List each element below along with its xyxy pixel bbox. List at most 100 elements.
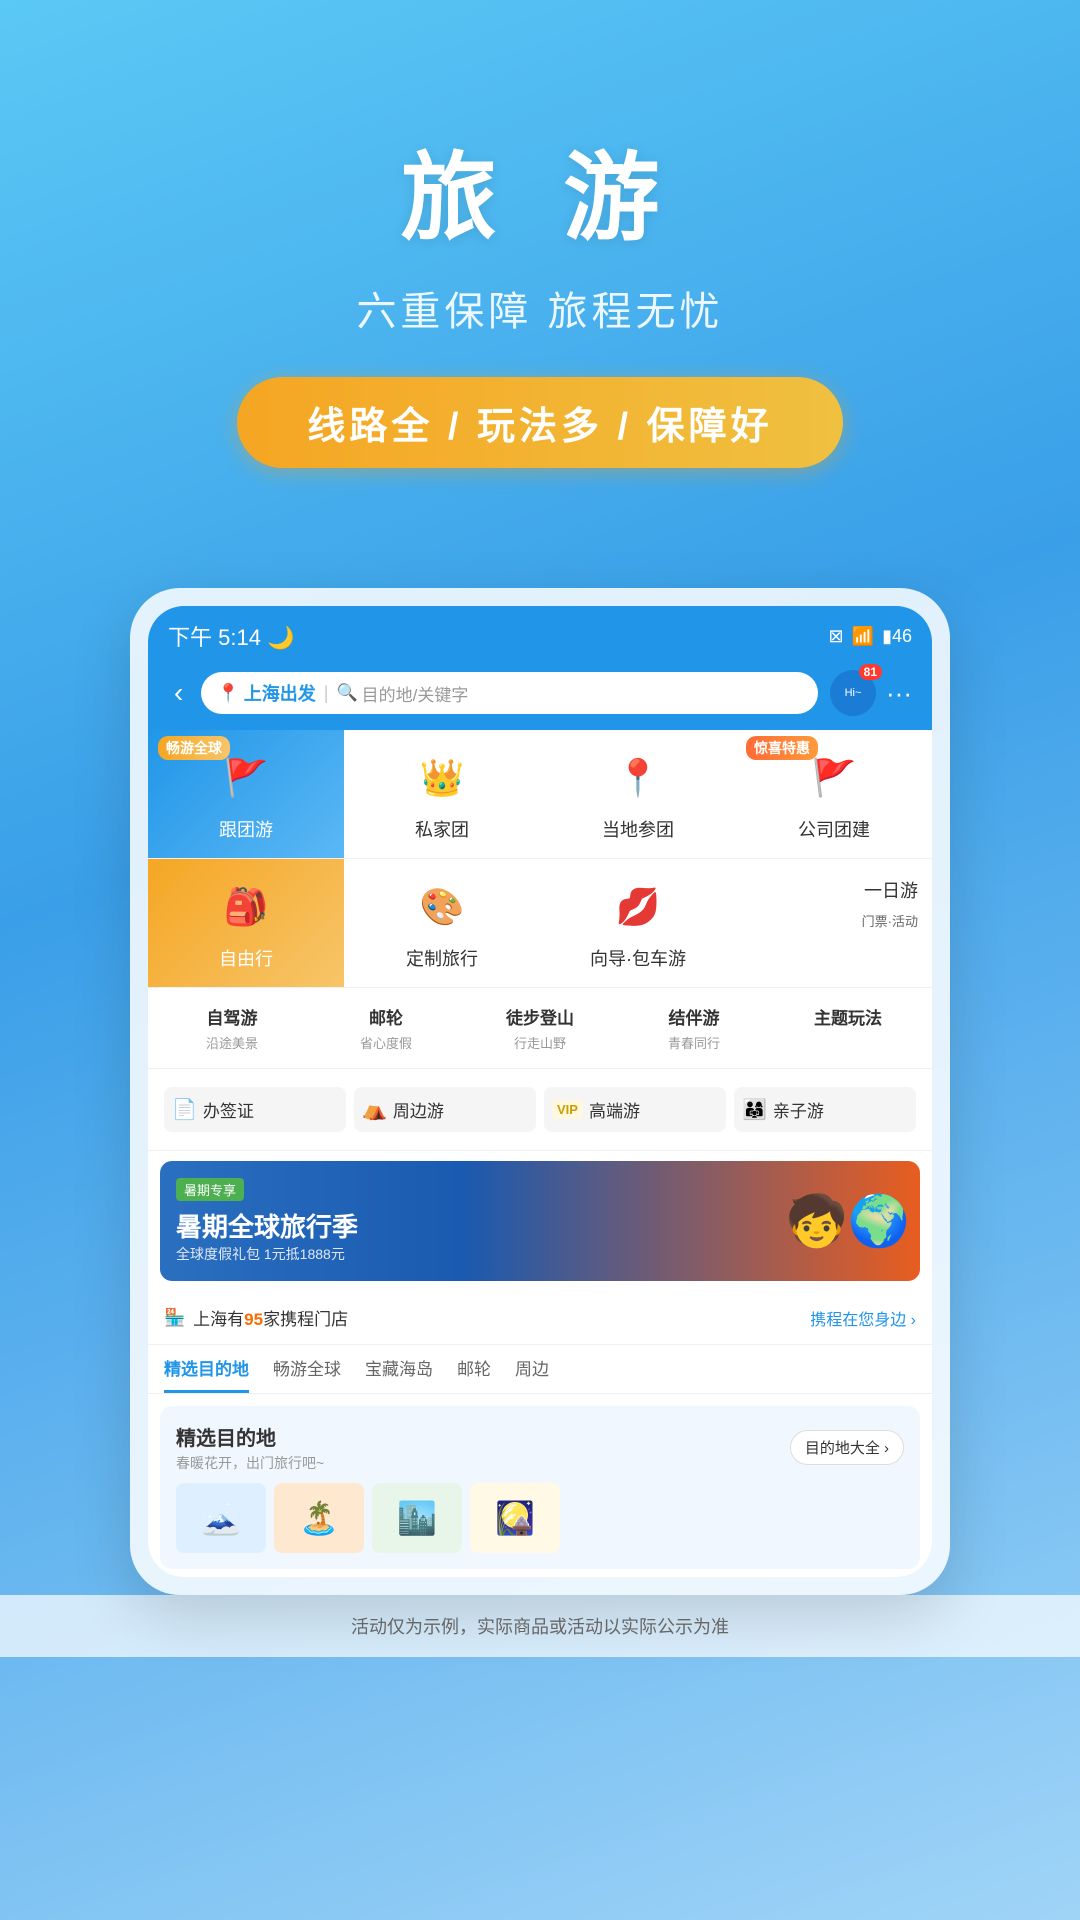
- dest-thumbnails: 🗻 🏝️ 🏙️ 🎑: [176, 1483, 904, 1553]
- store-left: 🏪 上海有95家携程门店: [164, 1305, 348, 1330]
- free-tour-icon: 🎒: [216, 877, 276, 937]
- status-icons: ⊠ 📶 ▮46: [829, 626, 912, 647]
- hiking-sub: 行走山野: [514, 1033, 566, 1052]
- family-icon: 👨‍👩‍👧: [742, 1097, 767, 1122]
- menu-item-free-tour[interactable]: 🎒 自由行: [148, 859, 344, 987]
- menu-item-guide-tour[interactable]: 💋 向导·包车游: [540, 859, 736, 987]
- banner-tag: 暑期专享: [176, 1178, 244, 1201]
- theme-main: 主题玩法: [814, 1004, 882, 1029]
- companion-main: 结伴游: [669, 1004, 720, 1029]
- custom-tour-label: 定制旅行: [406, 945, 478, 971]
- store-icon: 🏪: [164, 1308, 185, 1328]
- hi-label: Hi~: [845, 688, 862, 699]
- hiking-main: 徒步登山: [506, 1004, 574, 1029]
- menu-row-3: 自驾游 沿途美景 邮轮 省心度假 徒步登山 行走山野 结伴游 青春同行 主题玩法: [148, 988, 932, 1069]
- store-link[interactable]: 携程在您身边 ›: [810, 1306, 916, 1330]
- day-tour-sublabel: 门票·活动: [862, 911, 918, 930]
- dest-thumb-3[interactable]: 🏙️: [372, 1483, 462, 1553]
- hero-subtitle: 六重保障 旅程无忧: [0, 279, 1080, 337]
- dest-search[interactable]: 🔍 目的地/关键字: [336, 681, 802, 706]
- hero-badge: 线路全 / 玩法多 / 保障好: [237, 377, 842, 468]
- tag-family[interactable]: 👨‍👩‍👧 亲子游: [734, 1087, 916, 1132]
- status-time: 下午 5:14 🌙: [168, 620, 294, 652]
- more-button[interactable]: ···: [886, 678, 912, 709]
- phone-screen: 下午 5:14 🌙 ⊠ 📶 ▮46 ‹ 📍 上海出发 |: [148, 606, 932, 1577]
- phone-frame: 下午 5:14 🌙 ⊠ 📶 ▮46 ‹ 📍 上海出发 |: [130, 588, 950, 1595]
- menu-item-companion[interactable]: 结伴游 青春同行: [620, 1004, 768, 1052]
- location-icon: 📍: [217, 683, 239, 704]
- menu-item-hiking[interactable]: 徒步登山 行走山野: [466, 1004, 614, 1052]
- group-tour-label: 跟团游: [219, 816, 273, 842]
- moon-icon: 🌙: [267, 625, 294, 650]
- menu-item-group-tour[interactable]: 畅游全球 🚩 跟团游: [148, 730, 344, 858]
- menu-item-custom-tour[interactable]: 🎨 定制旅行: [344, 859, 540, 987]
- menu-item-private-tour[interactable]: 👑 私家团: [344, 730, 540, 858]
- local-tour-label: 当地参团: [602, 816, 674, 842]
- tab-selected[interactable]: 精选目的地: [164, 1355, 249, 1393]
- search-bar[interactable]: 📍 上海出发 | 🔍 目的地/关键字: [201, 672, 818, 714]
- self-drive-sub: 沿途美景: [206, 1033, 258, 1052]
- nav-actions: Hi~ 81 ···: [830, 670, 912, 716]
- back-button[interactable]: ‹: [168, 671, 189, 715]
- visa-label: 办签证: [203, 1097, 254, 1122]
- private-tour-icon: 👑: [412, 748, 472, 808]
- screenshot-icon: ⊠: [829, 626, 844, 647]
- notification-badge: 81: [859, 664, 882, 680]
- search-icon: 🔍: [336, 683, 357, 703]
- tab-nearby[interactable]: 周边: [515, 1355, 549, 1393]
- phone-wrapper: 下午 5:14 🌙 ⊠ 📶 ▮46 ‹ 📍 上海出发 |: [0, 588, 1080, 1595]
- menu-item-cruise[interactable]: 邮轮 省心度假: [312, 1004, 460, 1052]
- dest-thumb-2[interactable]: 🏝️: [274, 1483, 364, 1553]
- banner-illustration: 🧒🌍: [785, 1192, 920, 1251]
- tag-luxury[interactable]: VIP 高端游: [544, 1087, 726, 1132]
- tag-visa[interactable]: 📄 办签证: [164, 1087, 346, 1132]
- banner-subtitle: 全球度假礼包 1元抵1888元: [176, 1244, 358, 1264]
- depart-city: 📍 上海出发: [217, 680, 315, 706]
- menu-item-theme[interactable]: 主题玩法: [774, 1004, 922, 1052]
- promo-banner[interactable]: 暑期专享 暑期全球旅行季 全球度假礼包 1元抵1888元 🧒🌍: [160, 1161, 920, 1281]
- luxury-label: 高端游: [589, 1097, 640, 1122]
- status-bar: 下午 5:14 🌙 ⊠ 📶 ▮46: [148, 606, 932, 660]
- banner-title: 暑期全球旅行季: [176, 1207, 358, 1244]
- store-info: 🏪 上海有95家携程门店 携程在您身边 ›: [148, 1291, 932, 1345]
- company-tour-label: 公司团建: [798, 816, 870, 842]
- tab-cruise[interactable]: 邮轮: [457, 1355, 491, 1393]
- private-tour-label: 私家团: [415, 816, 469, 842]
- cruise-sub: 省心度假: [360, 1033, 412, 1052]
- guide-tour-label: 向导·包车游: [590, 945, 686, 971]
- self-drive-main: 自驾游: [207, 1004, 258, 1029]
- day-tour-label: 一日游: [864, 877, 918, 903]
- content-tabs: 精选目的地 畅游全球 宝藏海岛 邮轮 周边: [148, 1345, 932, 1394]
- badge-company-tour: 惊喜特惠: [746, 736, 818, 760]
- menu-item-company-tour[interactable]: 惊喜特惠 🚩 公司团建: [736, 730, 932, 858]
- free-tour-label: 自由行: [219, 945, 273, 971]
- avatar-button[interactable]: Hi~ 81: [830, 670, 876, 716]
- menu-item-self-drive[interactable]: 自驾游 沿途美景: [158, 1004, 306, 1052]
- dest-card-header: 精选目的地 春暖花开，出门旅行吧~ 目的地大全 ›: [176, 1422, 904, 1473]
- dest-thumb-4[interactable]: 🎑: [470, 1483, 560, 1553]
- hero-section: 旅 游 六重保障 旅程无忧 线路全 / 玩法多 / 保障好: [0, 0, 1080, 528]
- tab-island[interactable]: 宝藏海岛: [365, 1355, 433, 1393]
- dest-card-title: 精选目的地: [176, 1422, 324, 1451]
- tab-global[interactable]: 畅游全球: [273, 1355, 341, 1393]
- family-label: 亲子游: [773, 1097, 824, 1122]
- nav-bar: ‹ 📍 上海出发 | 🔍 目的地/关键字 Hi~ 81: [148, 660, 932, 730]
- menu-item-day-tour[interactable]: 一日游 门票·活动: [736, 859, 932, 987]
- menu-item-local-tour[interactable]: 📍 当地参团: [540, 730, 736, 858]
- disclaimer: 活动仅为示例，实际商品或活动以实际公示为准: [0, 1595, 1080, 1657]
- nearby-label: 周边游: [393, 1097, 444, 1122]
- menu-row-1: 畅游全球 🚩 跟团游 👑 私家团 📍 当地参团 惊喜特惠 🚩: [148, 730, 932, 859]
- tags-row: 📄 办签证 ⛺ 周边游 VIP 高端游 👨‍👩‍👧 亲子游: [148, 1069, 932, 1151]
- cruise-main: 邮轮: [369, 1004, 403, 1029]
- dest-thumb-1[interactable]: 🗻: [176, 1483, 266, 1553]
- banner-text: 暑期专享 暑期全球旅行季 全球度假礼包 1元抵1888元: [160, 1164, 374, 1278]
- battery-icon: ▮46: [882, 626, 912, 647]
- dest-card: 精选目的地 春暖花开，出门旅行吧~ 目的地大全 › 🗻 🏝️ 🏙️ 🎑: [160, 1406, 920, 1569]
- badge-group-tour: 畅游全球: [158, 736, 230, 760]
- guide-tour-icon: 💋: [608, 877, 668, 937]
- vip-icon: VIP: [552, 1100, 583, 1119]
- tag-nearby[interactable]: ⛺ 周边游: [354, 1087, 536, 1132]
- dest-all-button[interactable]: 目的地大全 ›: [790, 1430, 904, 1465]
- wifi-icon: 📶: [852, 626, 874, 647]
- hero-title: 旅 游: [0, 120, 1080, 259]
